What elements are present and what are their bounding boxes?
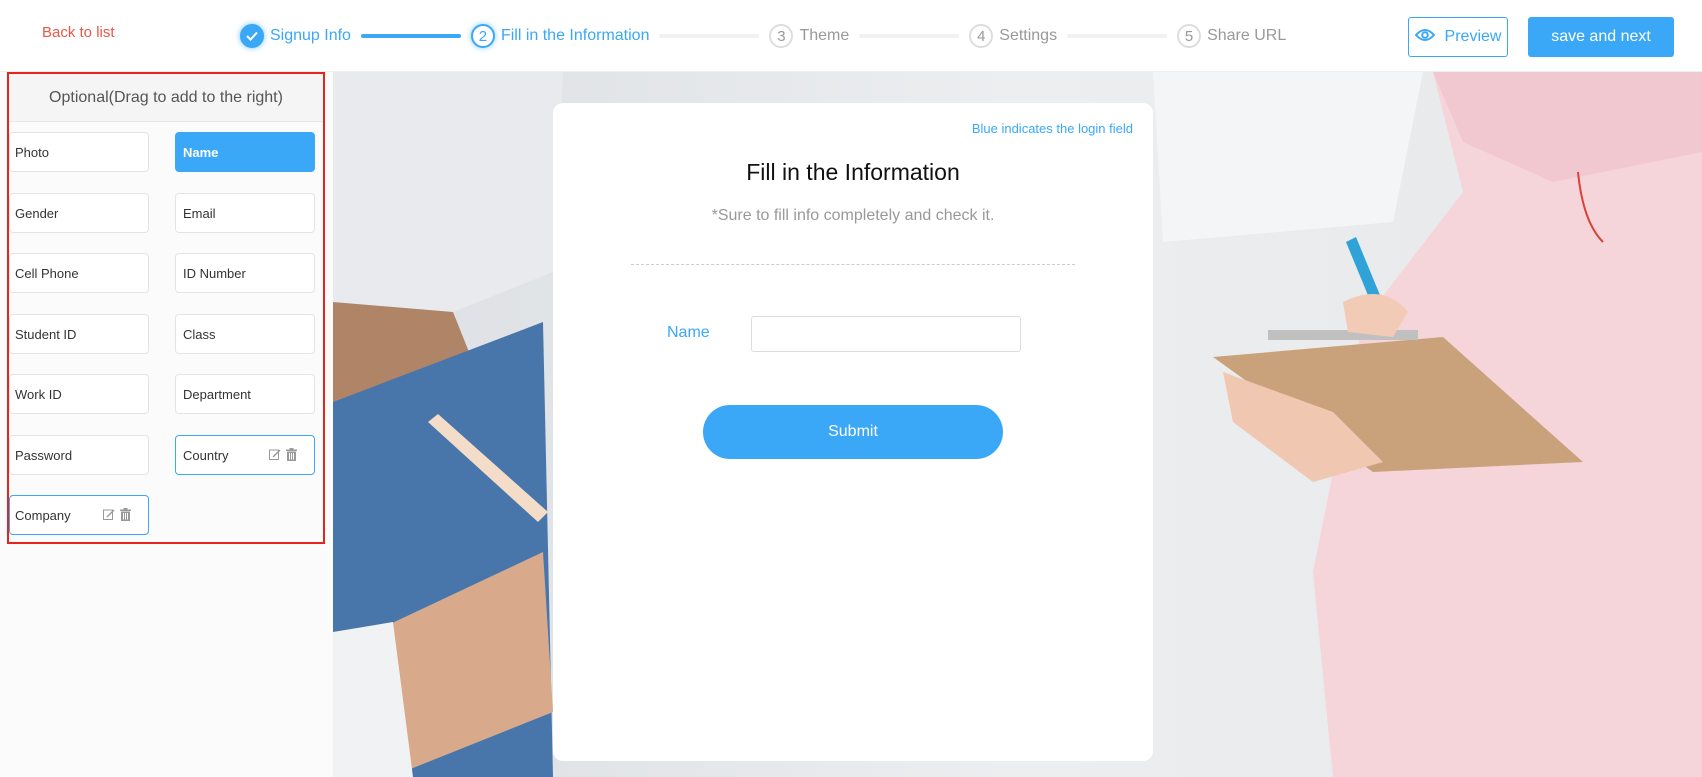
field-name[interactable]: Name xyxy=(175,132,315,172)
field-label: Country xyxy=(183,447,229,463)
field-student-id[interactable]: Student ID xyxy=(9,314,149,354)
field-label: Student ID xyxy=(15,326,77,342)
eye-icon xyxy=(1414,28,1435,47)
top-header: Back to list Signup Info 2 Fill in the I… xyxy=(0,0,1702,72)
step-label: Signup Info xyxy=(270,27,351,44)
field-department[interactable]: Department xyxy=(175,374,315,414)
field-label: Photo xyxy=(15,144,49,160)
step-signup-info[interactable]: Signup Info xyxy=(240,24,351,48)
edit-icon[interactable] xyxy=(269,448,281,461)
form-preview-card: Blue indicates the login field Fill in t… xyxy=(553,103,1153,761)
name-field-label: Name xyxy=(667,324,710,341)
login-field-hint: Blue indicates the login field xyxy=(971,121,1133,136)
form-title: Fill in the Information xyxy=(746,159,960,185)
step-number: 3 xyxy=(769,24,794,48)
field-label: Name xyxy=(183,144,219,160)
field-email[interactable]: Email xyxy=(175,193,315,233)
field-id-number[interactable]: ID Number xyxy=(175,253,315,293)
field-label: ID Number xyxy=(183,265,246,281)
trash-icon[interactable] xyxy=(120,508,132,521)
preview-label: Preview xyxy=(1444,28,1502,45)
step-connector xyxy=(1067,34,1168,38)
step-settings[interactable]: 4 Settings xyxy=(969,24,1057,48)
step-label: Share URL xyxy=(1207,27,1287,44)
field-label: Class xyxy=(183,326,216,342)
step-label: Settings xyxy=(999,27,1058,44)
progress-steps: Signup Info 2 Fill in the Information 3 … xyxy=(240,23,1286,49)
check-icon xyxy=(240,24,264,48)
trash-icon[interactable] xyxy=(286,448,298,461)
field-company[interactable]: Company xyxy=(9,495,149,535)
step-theme[interactable]: 3 Theme xyxy=(769,24,849,48)
optional-fields-panel xyxy=(0,72,333,777)
preview-button[interactable]: Preview xyxy=(1408,17,1508,57)
panel-title: Optional(Drag to add to the right) xyxy=(9,74,323,122)
field-gender[interactable]: Gender xyxy=(9,193,149,233)
field-work-id[interactable]: Work ID xyxy=(9,374,149,414)
field-photo[interactable]: Photo xyxy=(9,132,149,172)
step-number: 5 xyxy=(1177,24,1202,48)
step-label: Theme xyxy=(799,27,850,44)
form-subtitle: *Sure to fill info completely and check … xyxy=(711,207,995,224)
field-label: Work ID xyxy=(15,386,62,402)
dashed-divider xyxy=(631,264,1075,265)
submit-button[interactable]: Submit xyxy=(703,405,1003,459)
step-number: 2 xyxy=(470,24,495,48)
field-label: Email xyxy=(183,205,216,221)
field-country[interactable]: Country xyxy=(175,435,315,475)
back-to-list-link[interactable]: Back to list xyxy=(42,24,115,41)
field-label: Department xyxy=(183,386,251,402)
field-label: Cell Phone xyxy=(15,265,79,281)
name-input[interactable] xyxy=(751,316,1021,352)
step-share-url[interactable]: 5 Share URL xyxy=(1177,24,1286,48)
field-password[interactable]: Password xyxy=(9,435,149,475)
step-number: 4 xyxy=(969,24,994,48)
step-connector xyxy=(859,34,960,38)
field-label: Password xyxy=(15,447,73,463)
save-and-next-button[interactable]: save and next xyxy=(1528,17,1674,57)
field-label: Gender xyxy=(15,205,59,221)
edit-icon[interactable] xyxy=(103,508,115,521)
step-connector xyxy=(360,34,461,38)
field-class[interactable]: Class xyxy=(175,314,315,354)
step-label: Fill in the Information xyxy=(500,27,650,44)
field-cell-phone[interactable]: Cell Phone xyxy=(9,253,149,293)
step-fill-information[interactable]: 2 Fill in the Information xyxy=(470,24,650,48)
field-label: Company xyxy=(15,507,71,523)
step-connector xyxy=(659,34,760,38)
